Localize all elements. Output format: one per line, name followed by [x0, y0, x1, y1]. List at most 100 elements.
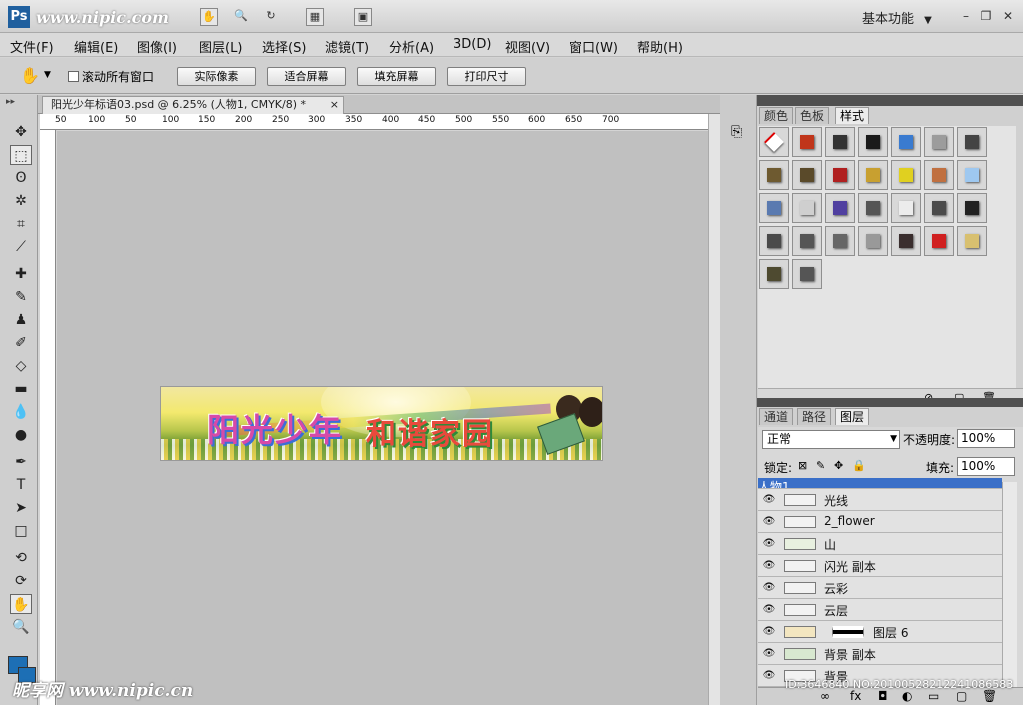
- workspace-switcher[interactable]: 基本功能 ▼: [862, 8, 932, 27]
- eye-icon[interactable]: 👁: [762, 515, 776, 528]
- eye-icon[interactable]: 👁: [762, 559, 776, 572]
- new-group-icon[interactable]: ▭: [928, 689, 939, 703]
- style-swatch[interactable]: [924, 226, 954, 256]
- minimize-icon[interactable]: –: [958, 8, 974, 24]
- lock-move-icon[interactable]: ✥: [834, 459, 843, 472]
- menu-help[interactable]: 帮助(H): [637, 37, 683, 56]
- style-swatch[interactable]: [957, 193, 987, 223]
- tab-layers[interactable]: 图层: [835, 408, 870, 425]
- style-swatch[interactable]: [759, 160, 789, 190]
- menu-file[interactable]: 文件(F): [10, 37, 54, 56]
- add-mask-icon[interactable]: ◘: [878, 689, 888, 703]
- tab-paths[interactable]: 路径: [797, 408, 832, 425]
- gradient-tool-icon[interactable]: ▬: [10, 379, 32, 399]
- close-icon[interactable]: ✕: [1000, 8, 1016, 24]
- fill-screen-button[interactable]: 填充屏幕: [357, 67, 436, 86]
- lasso-tool-icon[interactable]: ʘ: [10, 168, 32, 188]
- style-swatch[interactable]: [825, 226, 855, 256]
- zoom-icon[interactable]: 🔍: [232, 8, 250, 26]
- new-layer-icon[interactable]: ▢: [956, 689, 967, 703]
- style-swatch[interactable]: [759, 226, 789, 256]
- style-swatch[interactable]: [792, 193, 822, 223]
- eye-icon[interactable]: 👁: [762, 537, 776, 550]
- blur-tool-icon[interactable]: 💧: [10, 402, 32, 422]
- layer-row[interactable]: 👁 背景 副本: [758, 643, 1002, 665]
- layer-row[interactable]: 👁 光线: [758, 489, 1002, 511]
- tab-styles[interactable]: 样式: [835, 107, 870, 124]
- menu-edit[interactable]: 编辑(E): [74, 37, 118, 56]
- menu-window[interactable]: 窗口(W): [569, 37, 618, 56]
- style-swatch[interactable]: [891, 160, 921, 190]
- menu-3d[interactable]: 3D(D): [453, 37, 491, 52]
- layer-row[interactable]: 👁 闪光 副本: [758, 555, 1002, 577]
- arrange-documents-icon[interactable]: ▦: [306, 8, 324, 26]
- path-selection-tool-icon[interactable]: ➤: [10, 498, 32, 518]
- 3d-orbit-tool-icon[interactable]: ⟳: [10, 571, 32, 591]
- style-swatch[interactable]: [858, 127, 888, 157]
- style-swatch[interactable]: [891, 226, 921, 256]
- print-size-button[interactable]: 打印尺寸: [447, 67, 526, 86]
- brush-tool-icon[interactable]: ✎: [10, 287, 32, 307]
- style-swatch[interactable]: [924, 127, 954, 157]
- menu-filter[interactable]: 滤镜(T): [325, 37, 369, 56]
- eye-icon[interactable]: 👁: [762, 625, 776, 638]
- layer-row[interactable]: 👁 云彩: [758, 577, 1002, 599]
- fill-field[interactable]: 100%: [957, 457, 1015, 476]
- lock-all-icon[interactable]: 🔒: [852, 459, 866, 472]
- document-scrollbar[interactable]: [708, 114, 720, 705]
- style-swatch[interactable]: [924, 160, 954, 190]
- restore-icon[interactable]: ❐: [978, 8, 994, 24]
- crop-tool-icon[interactable]: ⌗: [10, 214, 32, 234]
- style-swatch[interactable]: [759, 127, 789, 157]
- hand-tool-icon[interactable]: ✋: [10, 594, 32, 614]
- dodge-tool-icon[interactable]: ●: [10, 425, 32, 445]
- preset-chevron-icon[interactable]: ▼: [44, 70, 51, 80]
- style-swatch[interactable]: [825, 160, 855, 190]
- scroll-all-windows-checkbox[interactable]: [68, 71, 79, 82]
- layers-scrollbar[interactable]: [1002, 482, 1017, 687]
- pen-tool-icon[interactable]: ✒: [10, 452, 32, 472]
- adjustment-layer-icon[interactable]: ◐: [902, 689, 912, 703]
- screen-mode-icon[interactable]: ▣: [354, 8, 372, 26]
- style-swatch[interactable]: [825, 193, 855, 223]
- rotate-view-icon[interactable]: ↻: [262, 8, 280, 26]
- opacity-field[interactable]: 100%: [957, 429, 1015, 448]
- layer-mask-thumbnail[interactable]: [832, 626, 864, 638]
- 3d-rotate-tool-icon[interactable]: ⟲: [10, 548, 32, 568]
- menu-view[interactable]: 视图(V): [505, 37, 550, 56]
- style-swatch[interactable]: [759, 193, 789, 223]
- menu-analysis[interactable]: 分析(A): [389, 37, 434, 56]
- hand-tool-preset-icon[interactable]: ✋: [20, 66, 40, 85]
- style-swatch[interactable]: [792, 259, 822, 289]
- eye-icon[interactable]: 👁: [762, 603, 776, 616]
- lock-paint-icon[interactable]: ✎: [816, 459, 825, 472]
- menu-layer[interactable]: 图层(L): [199, 37, 242, 56]
- style-swatch[interactable]: [957, 160, 987, 190]
- tab-color[interactable]: 颜色: [759, 107, 794, 124]
- style-swatch[interactable]: [792, 127, 822, 157]
- close-tab-icon[interactable]: ×: [330, 97, 339, 113]
- style-swatch[interactable]: [825, 127, 855, 157]
- eye-icon[interactable]: 👁: [762, 647, 776, 660]
- style-swatch[interactable]: [957, 226, 987, 256]
- style-swatch[interactable]: [792, 160, 822, 190]
- layer-row[interactable]: 👁 山: [758, 533, 1002, 555]
- layer-row-selected[interactable]: 人物1: [758, 478, 1002, 489]
- shape-tool-icon[interactable]: □: [10, 521, 32, 541]
- menu-image[interactable]: 图像(I): [137, 37, 177, 56]
- lock-transparent-icon[interactable]: ⊠: [798, 459, 807, 472]
- hand-tool-icon[interactable]: ✋: [200, 8, 218, 26]
- history-panel-icon[interactable]: ⎘: [731, 124, 742, 140]
- move-tool-icon[interactable]: ✥: [10, 122, 32, 142]
- menu-select[interactable]: 选择(S): [262, 37, 306, 56]
- eye-icon[interactable]: 👁: [762, 581, 776, 594]
- delete-layer-icon[interactable]: 🗑: [982, 689, 997, 703]
- layer-row[interactable]: 👁 云层: [758, 599, 1002, 621]
- eye-icon[interactable]: 👁: [762, 669, 776, 682]
- zoom-tool-icon[interactable]: 🔍: [10, 617, 32, 637]
- style-swatch[interactable]: [858, 193, 888, 223]
- style-swatch[interactable]: [858, 226, 888, 256]
- actual-pixels-button[interactable]: 实际像素: [177, 67, 256, 86]
- eye-icon[interactable]: 👁: [762, 493, 776, 506]
- type-tool-icon[interactable]: T: [10, 475, 32, 495]
